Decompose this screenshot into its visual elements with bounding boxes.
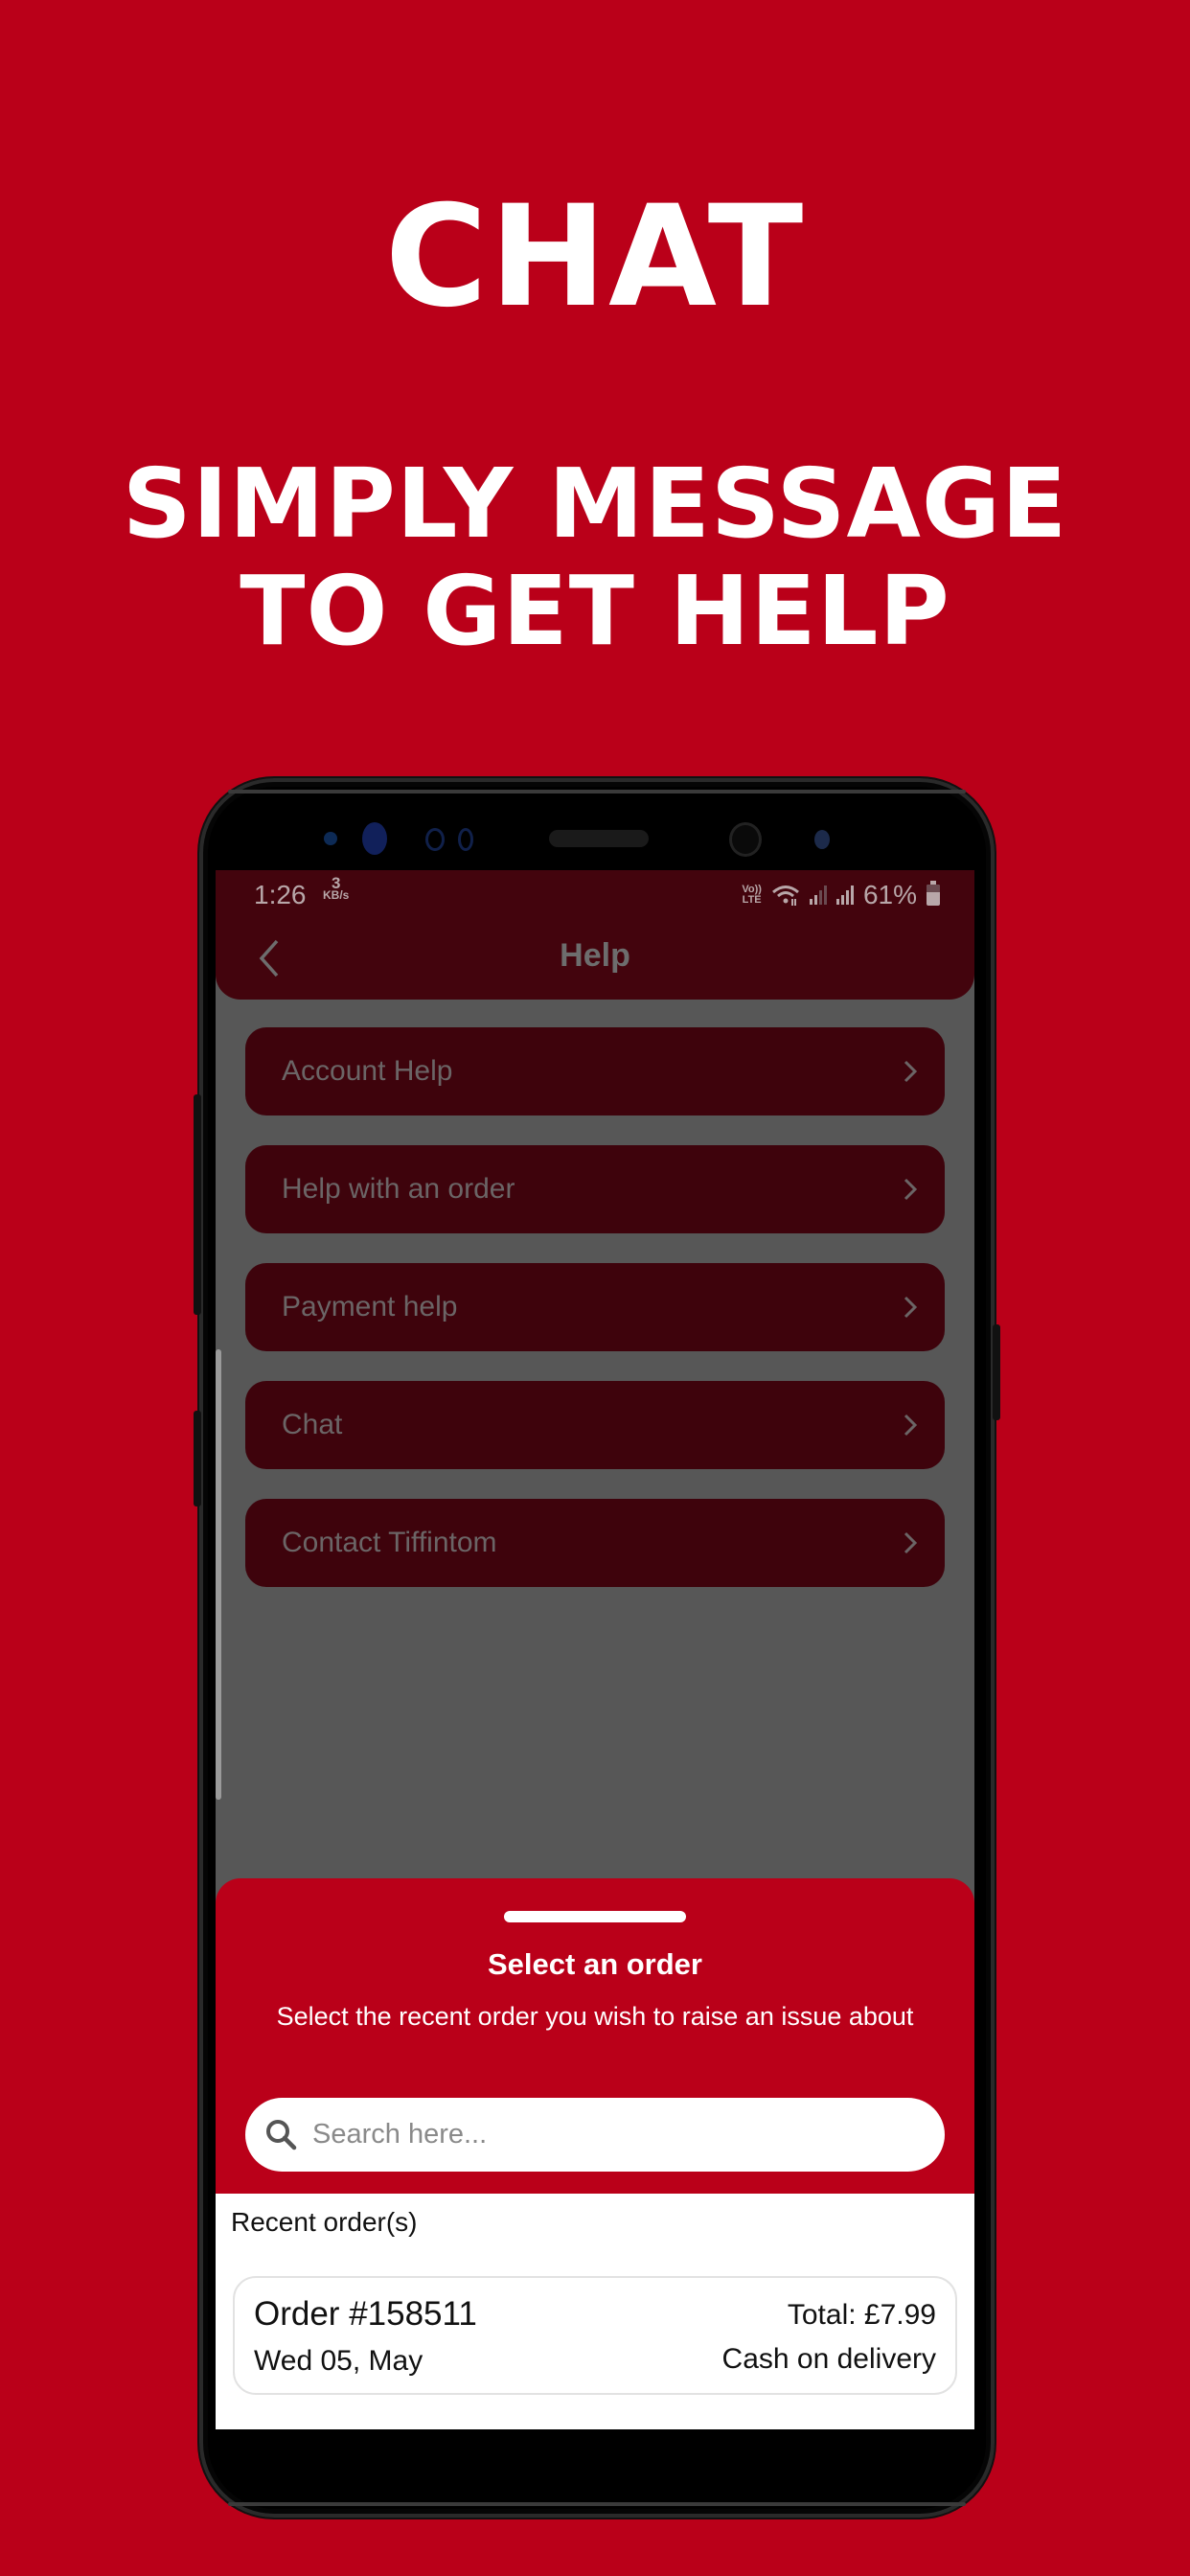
sheet-subtitle: Select the recent order you wish to rais… bbox=[276, 2002, 914, 2031]
power-button bbox=[993, 1324, 1000, 1420]
promo-subtitle-line: SIMPLY MESSAGE bbox=[122, 448, 1068, 560]
menu-item-payment-help[interactable]: Payment help bbox=[245, 1263, 945, 1351]
proximity-sensor bbox=[324, 832, 337, 845]
menu-item-label: Contact Tiffintom bbox=[282, 1527, 497, 1558]
order-date: Wed 05, May bbox=[254, 2345, 423, 2377]
menu-item-label: Account Help bbox=[282, 1055, 453, 1087]
menu-item-chat[interactable]: Chat bbox=[245, 1381, 945, 1469]
scrollbar[interactable] bbox=[216, 1349, 221, 1800]
page-title: Help bbox=[560, 937, 630, 974]
signal-icon bbox=[809, 886, 827, 905]
bixby-button bbox=[194, 1411, 201, 1506]
promo-subtitle-line: TO GET HELP bbox=[240, 555, 950, 667]
order-total: Total: £7.99 bbox=[787, 2299, 936, 2331]
search-input[interactable] bbox=[312, 2119, 906, 2150]
volume-button bbox=[194, 1094, 201, 1315]
signal-icon bbox=[835, 886, 854, 905]
chevron-right-icon bbox=[904, 1531, 918, 1554]
recent-orders-label: Recent order(s) bbox=[231, 2207, 418, 2237]
status-bar: 1:26 3 KB/s Vo)) LTE 61% bbox=[216, 870, 974, 924]
volte-indicator: Vo)) LTE bbox=[742, 885, 762, 906]
help-menu: Account Help Help with an order Payment … bbox=[245, 1027, 945, 1617]
sensor bbox=[458, 828, 473, 851]
sensor bbox=[814, 830, 830, 849]
sheet-title: Select an order bbox=[488, 1947, 702, 1981]
search-icon bbox=[266, 2119, 297, 2150]
earpiece-speaker bbox=[549, 830, 649, 847]
app-header: 1:26 3 KB/s Vo)) LTE 61% Help bbox=[216, 870, 974, 1000]
promo-subtitle: SIMPLY MESSAGE TO GET HELP bbox=[0, 450, 1190, 665]
status-icons: Vo)) LTE 61% bbox=[742, 880, 940, 910]
front-camera bbox=[729, 822, 762, 857]
sheet-drag-handle[interactable] bbox=[504, 1911, 686, 1922]
volte-bottom: LTE bbox=[742, 894, 762, 906]
order-id: Order #158511 bbox=[254, 2295, 477, 2333]
search-bar[interactable] bbox=[245, 2098, 945, 2172]
battery-icon bbox=[927, 881, 940, 906]
battery-percent: 61% bbox=[862, 880, 917, 909]
recent-orders: Recent order(s) Order #158511 Wed 05, Ma… bbox=[216, 2194, 974, 2429]
network-speed: 3 KB/s bbox=[323, 875, 350, 902]
status-time: 1:26 bbox=[254, 880, 307, 909]
order-payment-method: Cash on delivery bbox=[721, 2343, 936, 2375]
wifi-icon bbox=[771, 886, 799, 906]
order-card[interactable]: Order #158511 Wed 05, May Total: £7.99 C… bbox=[233, 2276, 957, 2395]
network-speed-unit: KB/s bbox=[323, 888, 350, 902]
menu-item-label: Chat bbox=[282, 1409, 343, 1440]
menu-item-label: Payment help bbox=[282, 1291, 458, 1322]
phone-screen: 1:26 3 KB/s Vo)) LTE 61% Help Account He… bbox=[216, 870, 974, 2429]
menu-item-label: Help with an order bbox=[282, 1173, 515, 1205]
menu-item-contact[interactable]: Contact Tiffintom bbox=[245, 1499, 945, 1587]
iris-camera bbox=[362, 822, 387, 855]
chevron-right-icon bbox=[904, 1060, 918, 1083]
chevron-right-icon bbox=[904, 1178, 918, 1201]
menu-item-help-with-order[interactable]: Help with an order bbox=[245, 1145, 945, 1233]
promo-title: CHAT bbox=[384, 175, 806, 338]
phone-frame: 1:26 3 KB/s Vo)) LTE 61% Help Account He… bbox=[194, 778, 1000, 2518]
menu-item-account-help[interactable]: Account Help bbox=[245, 1027, 945, 1116]
chevron-right-icon bbox=[904, 1414, 918, 1437]
sensor bbox=[425, 828, 445, 851]
chevron-right-icon bbox=[904, 1296, 918, 1319]
